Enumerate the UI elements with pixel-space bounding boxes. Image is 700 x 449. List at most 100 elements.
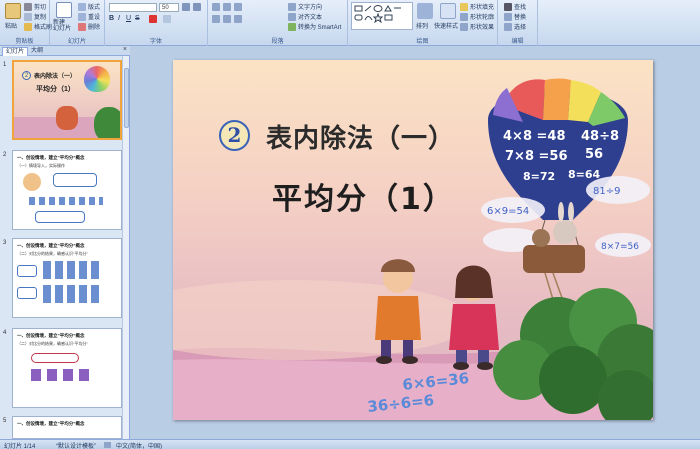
align-text-button[interactable]: 对齐文本 — [288, 12, 322, 21]
drawing-group: 排列 快速样式 形状填充 形状轮廓 形状效果 绘图 — [348, 0, 498, 46]
scissors-icon — [24, 2, 32, 11]
slide-thumbnail-4[interactable]: 一、创设情境，建立“平均分”概念 （二）对比分的结果，确感认识“平均分” — [12, 328, 122, 408]
balloon-formula: 48÷8 — [581, 129, 619, 144]
italic-button[interactable]: I — [118, 15, 120, 22]
cloud-formula: 8×7=56 — [601, 242, 639, 252]
reset-label: 重设 — [88, 15, 101, 21]
oval-shape-icon[interactable] — [373, 5, 383, 12]
clear-format-button[interactable] — [163, 15, 171, 23]
underline-button[interactable]: U — [126, 15, 131, 22]
format-painter-button[interactable]: 格式刷 — [24, 22, 52, 31]
font-group: 50 B I U S 字体 — [105, 0, 208, 46]
new-slide-button[interactable]: 新建 幻灯片 — [53, 20, 71, 32]
clipboard-group: 粘贴 剪切 复制 格式刷 剪贴板 — [0, 0, 52, 46]
language-indicator[interactable]: 中文(简体，中国) — [116, 441, 162, 449]
sky-glow — [173, 280, 473, 360]
paragraph-group-label: 段落 — [271, 39, 284, 45]
font-grow-button[interactable] — [182, 3, 190, 11]
strike-button[interactable]: S — [135, 15, 140, 22]
replace-button[interactable]: 替换 — [504, 12, 526, 21]
panel-close-icon[interactable]: × — [123, 46, 127, 53]
panel-scrollbar[interactable] — [122, 56, 129, 439]
find-button[interactable]: 查找 — [504, 2, 526, 11]
bold-button[interactable]: B — [109, 15, 114, 22]
theme-name[interactable]: “默认设计模板” — [56, 441, 96, 449]
balloon-stripe-orange — [543, 78, 571, 120]
spellcheck-icon[interactable] — [104, 442, 111, 448]
clear-format-icon — [163, 15, 171, 23]
copy-icon — [24, 12, 32, 21]
shape-outline-label: 形状轮廓 — [470, 15, 495, 21]
slide-thumbnail-2[interactable]: 一、创设情境，建立“平均分”概念 （一）情境导入，实际操作 — [12, 150, 122, 230]
thumbnail-callout — [35, 211, 85, 223]
align-right-button[interactable] — [234, 15, 242, 23]
thumbnail-badge: 2 — [22, 71, 31, 80]
shape-fill-button[interactable]: 形状填充 — [460, 2, 494, 11]
numbering-icon — [223, 3, 231, 11]
slide-title[interactable]: 表内除法（一） — [266, 118, 455, 155]
shape-effects-button[interactable]: 形状效果 — [460, 22, 494, 31]
scrollbar-thumb[interactable] — [124, 68, 129, 128]
slide-subtitle[interactable]: 平均分（1） — [272, 174, 455, 218]
slide-thumbnail-1[interactable]: 2 表内除法（一） 平均分（1） — [12, 60, 122, 140]
layout-button[interactable]: 版式 — [78, 2, 100, 11]
font-shrink-button[interactable] — [193, 3, 201, 11]
slide-canvas[interactable]: 4×8 =48 48÷8 56 7×8 =56 8=72 8=64 6×9=54… — [173, 60, 653, 420]
cut-button[interactable]: 剪切 — [24, 2, 46, 11]
star-shape-icon[interactable] — [372, 12, 384, 24]
align-left-button[interactable] — [212, 15, 220, 23]
thumbnail-number: 5 — [3, 418, 7, 424]
shapes-gallery[interactable] — [351, 2, 413, 30]
rect-shape-icon[interactable] — [354, 5, 363, 12]
slides-group: 新建 幻灯片 版式 重设 删除 幻灯片 — [50, 0, 105, 46]
tab-slides[interactable]: 幻灯片 — [2, 47, 29, 56]
rounded-shape-icon[interactable] — [354, 14, 363, 21]
align-text-icon — [288, 12, 296, 21]
slide-illustration: 4×8 =48 48÷8 56 7×8 =56 8=72 8=64 6×9=54… — [173, 78, 653, 420]
slides-group-label: 幻灯片 — [67, 39, 86, 45]
thumbnail-heading: 一、创设情境，建立“平均分”概念 — [17, 243, 85, 248]
balloon-formula: 4×8 =48 — [503, 129, 566, 144]
delete-slide-button[interactable]: 删除 — [78, 22, 100, 31]
numbering-button[interactable] — [223, 3, 231, 11]
cloud-formula: 81÷9 — [593, 186, 620, 197]
new-slide-icon[interactable] — [56, 2, 72, 18]
quick-styles-button[interactable]: 快速样式 — [434, 21, 458, 30]
reset-button[interactable]: 重设 — [78, 12, 100, 21]
bullets-button[interactable] — [212, 3, 220, 11]
line-shape-icon[interactable] — [364, 5, 372, 12]
triangle-shape-icon[interactable] — [384, 5, 392, 12]
tab-outline[interactable]: 大纲 — [28, 47, 46, 56]
new-slide-label: 新建 幻灯片 — [53, 20, 72, 32]
select-icon — [504, 22, 512, 31]
align-center-button[interactable] — [223, 15, 231, 23]
thumbnail-items — [29, 197, 103, 205]
font-color-button[interactable] — [149, 15, 157, 23]
quick-styles-icon[interactable] — [440, 3, 456, 19]
indent-button[interactable] — [234, 3, 242, 11]
indent-icon — [234, 3, 242, 11]
select-button[interactable]: 选择 — [504, 22, 526, 31]
textbox-shape-icon[interactable] — [384, 14, 393, 21]
slide-thumbnail-3[interactable]: 一、创设情境，建立“平均分”概念 （二）对比分的结果，确感认识“平均分” — [12, 238, 122, 318]
thumbnail-heading: 表内除法（一） — [34, 74, 77, 80]
arrange-icon[interactable] — [417, 3, 433, 19]
text-direction-button[interactable]: 文字方向 — [288, 2, 322, 11]
arrange-button[interactable]: 排列 — [416, 21, 428, 30]
unit-number-badge[interactable]: 2 — [219, 120, 250, 151]
text-direction-icon — [288, 2, 296, 11]
font-size-combo[interactable]: 50 — [159, 3, 179, 12]
outline-icon — [460, 12, 468, 21]
editing-group-label: 编辑 — [511, 39, 524, 45]
curve-shape-icon[interactable] — [364, 16, 373, 21]
rabbit-figure — [553, 220, 577, 244]
shape-outline-button[interactable]: 形状轮廓 — [460, 12, 494, 21]
font-name-combo[interactable] — [109, 3, 157, 12]
thumbnail-number: 4 — [3, 330, 7, 336]
brush-icon — [24, 22, 32, 31]
paste-icon[interactable] — [5, 3, 21, 19]
slide-thumbnail-5[interactable]: 一、创设情境，建立“平均分”概念 — [12, 416, 122, 439]
smartart-button[interactable]: 转换为 SmartArt — [288, 22, 341, 31]
paste-button[interactable]: 粘贴 — [5, 21, 17, 30]
copy-button[interactable]: 复制 — [24, 12, 46, 21]
